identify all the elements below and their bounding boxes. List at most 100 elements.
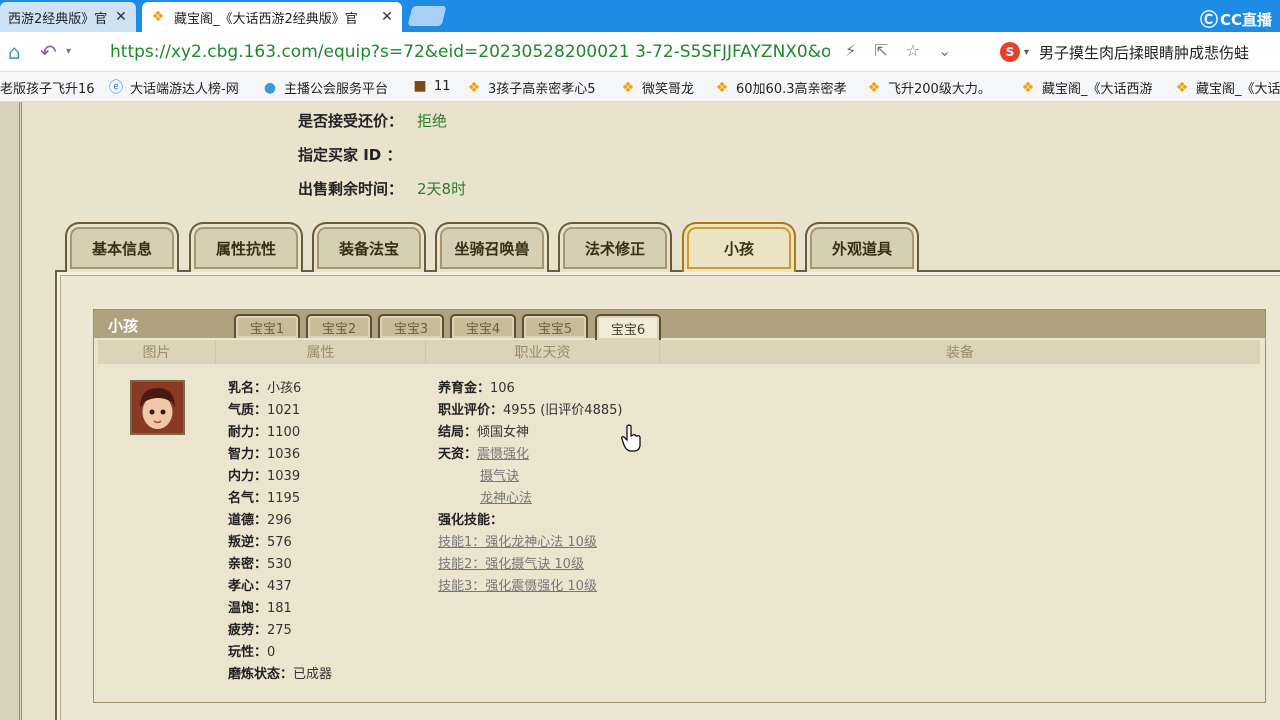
bookmark-item[interactable]: ● 主播公会服务平台 [262, 78, 389, 98]
close-icon[interactable]: ✕ [114, 9, 128, 25]
attr-value: 1036 [267, 447, 301, 462]
raising-gold-row: 养育金：106 [438, 378, 622, 400]
career-rating-label: 职业评价： [438, 403, 504, 418]
raising-gold-label: 养育金： [438, 381, 491, 396]
attr-label: 疲劳： [228, 623, 268, 638]
attr-label: 磨炼状态： [228, 667, 294, 682]
cc-logo-icon: Ⓒ [1199, 10, 1218, 31]
attr-label: 玩性： [228, 645, 268, 660]
browser-tab-1[interactable]: 西游2经典版》官 ✕ [0, 2, 136, 32]
attr-label: 亲密： [228, 557, 268, 572]
tab-mounts-pets[interactable]: 坐骑召唤兽 [435, 222, 549, 272]
attr-row: 玩性：0 [228, 642, 332, 664]
bookmark-label: 11 [434, 78, 451, 94]
child-avatar [130, 380, 185, 435]
attr-value: 0 [267, 645, 276, 660]
raising-gold-value: 106 [490, 381, 515, 396]
star-icon[interactable]: ☆ [906, 41, 920, 60]
talent-label: 天资： [438, 447, 478, 462]
buyer-id-label: 指定买家 ID ： [298, 146, 402, 164]
attr-label: 乳名： [228, 381, 268, 396]
browser-tab-2[interactable]: ❖ 藏宝阁_《大话西游2经典版》官 ✕ [142, 2, 402, 32]
cbg-favicon-icon: ❖ [1021, 79, 1035, 96]
attr-row: 道德：296 [228, 510, 332, 532]
skill-row: 技能3：强化震慑强化 10级 [438, 576, 622, 598]
bookmark-item[interactable]: ❖ 3孩子高亲密孝心5 [466, 78, 596, 98]
bookmark-item[interactable]: ⓔ 大话端游达人榜-网 [108, 78, 239, 98]
chevron-down-icon[interactable]: ▾ [66, 41, 71, 63]
baby-tab-2[interactable]: 宝宝2 [306, 314, 372, 338]
game-icon: ■ [413, 78, 427, 94]
attr-row: 温饱：181 [228, 598, 332, 620]
bookmark-label: 飞升200级大力。 [888, 82, 991, 97]
e-browser-icon: ⓔ [109, 79, 123, 96]
bookmark-label: 主播公会服务平台 [284, 82, 389, 97]
skill-link[interactable]: 技能2：强化摄气诀 10级 [438, 557, 584, 572]
talent-link[interactable]: 龙神心法 [480, 491, 532, 506]
attr-row: 孝心：437 [228, 576, 332, 598]
chevron-down-icon[interactable]: ▾ [1024, 47, 1029, 58]
home-icon[interactable]: ⌂ [8, 41, 21, 63]
attr-value: 530 [267, 557, 292, 572]
hand-cursor-icon [621, 424, 641, 452]
attr-row: 耐力：1100 [228, 422, 332, 444]
globe-icon: ● [263, 79, 277, 96]
bookmark-item[interactable]: ❖ 微笑哥龙 [620, 78, 694, 98]
attr-value: 181 [267, 601, 292, 616]
undo-icon[interactable]: ↶ [40, 41, 57, 63]
skill-link[interactable]: 技能1：强化龙神心法 10级 [438, 535, 597, 550]
column-header-career-talent: 职业天资 [426, 340, 660, 364]
accept-bargain-row: 是否接受还价： 拒绝 [298, 110, 447, 131]
tab-attributes-resistance[interactable]: 属性抗性 [189, 222, 303, 272]
new-tab-button[interactable] [407, 6, 447, 26]
bookmark-item[interactable]: ❖ 飞升200级大力。 [866, 78, 991, 98]
talent-link[interactable]: 震慑强化 [477, 447, 529, 462]
attr-row: 气质：1021 [228, 400, 332, 422]
tab-basic-info[interactable]: 基本信息 [65, 222, 179, 272]
browser-tab-title: 西游2经典版》官 [8, 11, 108, 27]
sogou-search-icon[interactable]: S [1000, 42, 1020, 62]
tab-equipment[interactable]: 装备法宝 [312, 222, 426, 272]
bookmark-label: 藏宝阁_《大话 [1196, 82, 1280, 97]
skill-row: 技能2：强化摄气诀 10级 [438, 554, 622, 576]
attr-row: 亲密：530 [228, 554, 332, 576]
attr-value: 已成器 [293, 667, 333, 682]
lightning-icon[interactable]: ⚡ [845, 41, 856, 60]
bookmark-item[interactable]: ❖ 60加60.3高亲密孝 [714, 78, 847, 98]
attr-label: 智力： [228, 447, 268, 462]
baby-tab-6[interactable]: 宝宝6 [595, 314, 661, 340]
baby-tab-3[interactable]: 宝宝3 [378, 314, 444, 338]
browser-tab-bar: 西游2经典版》官 ✕ ❖ 藏宝阁_《大话西游2经典版》官 ✕ Ⓒ CC直播 [0, 0, 1280, 32]
tab-child[interactable]: 小孩 [682, 222, 796, 272]
tab-spell-correction[interactable]: 法术修正 [558, 222, 672, 272]
attr-row: 乳名：小孩6 [228, 378, 332, 400]
buyer-id-row: 指定买家 ID ： [298, 144, 415, 165]
ending-row: 结局：倾国女神 [438, 422, 622, 444]
child-panel-header: 小孩 宝宝1 宝宝2 宝宝3 宝宝4 宝宝5 宝宝6 [94, 310, 1265, 340]
bookmark-item[interactable]: ❖ 藏宝阁_《大话西游 [1020, 78, 1153, 98]
close-icon[interactable]: ✕ [380, 9, 394, 25]
child-portrait-icon [132, 382, 183, 433]
baby-tab-5[interactable]: 宝宝5 [522, 314, 588, 338]
cbg-favicon-icon: ❖ [467, 79, 481, 96]
remaining-time-label: 出售剩余时间： [298, 180, 404, 198]
child-attribute-list: 乳名：小孩6 气质：1021 耐力：1100 智力：1036 内力：1039 名… [228, 378, 332, 686]
share-icon[interactable]: ⇱ [874, 41, 887, 60]
talent-row: 天资：震慑强化 [438, 444, 622, 466]
attr-value: 296 [267, 513, 292, 528]
attr-label: 气质： [228, 403, 268, 418]
baby-tab-1[interactable]: 宝宝1 [234, 314, 300, 338]
skill-link[interactable]: 技能3：强化震慑强化 10级 [438, 579, 597, 594]
attr-label: 温饱： [228, 601, 268, 616]
bookmark-label: 60加60.3高亲密孝 [736, 82, 847, 97]
chevron-down-icon[interactable]: ⌄ [938, 41, 951, 60]
bookmark-item[interactable]: ■ 11 [412, 78, 451, 94]
tab-appearance-items[interactable]: 外观道具 [805, 222, 919, 272]
browser-tab-title: 藏宝阁_《大话西游2经典版》官 [174, 11, 358, 27]
bookmark-item[interactable]: ❖ 藏宝阁_《大话 [1174, 78, 1280, 98]
search-box[interactable]: S ▾ 男子摸生肉后揉眼睛肿成悲伤蛙 [1000, 40, 1280, 64]
career-talent-list: 养育金：106 职业评价：4955 (旧评价4885) 结局：倾国女神 天资：震… [438, 378, 622, 598]
baby-tab-4[interactable]: 宝宝4 [450, 314, 516, 338]
bookmark-item[interactable]: 老版孩子飞升16 [0, 78, 95, 97]
talent-link[interactable]: 摄气诀 [480, 469, 519, 484]
